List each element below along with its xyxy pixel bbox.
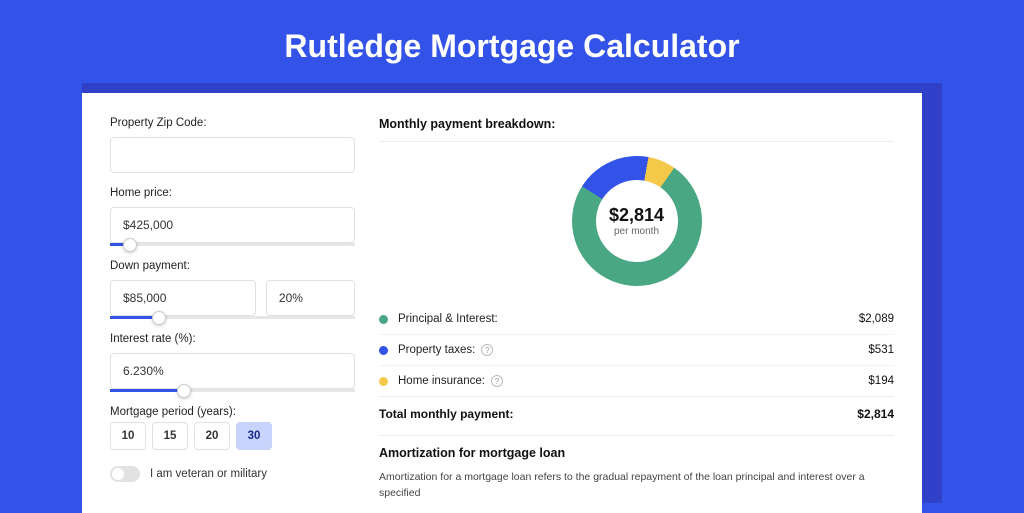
legend-row-tax: Property taxes:? $531 [379,335,894,366]
breakdown-header: Monthly payment breakdown: [379,117,894,131]
down-payment-label: Down payment: [110,260,355,272]
total-row: Total monthly payment: $2,814 [379,396,894,435]
legend-dot-icon [379,377,388,386]
legend-value: $194 [868,375,894,387]
donut-amount: $2,814 [609,205,664,226]
slider-thumb[interactable] [152,311,166,325]
legend: Principal & Interest: $2,089 Property taxe… [379,304,894,396]
period-option-20[interactable]: 20 [194,422,230,450]
total-label: Total monthly payment: [379,407,513,421]
legend-row-ins: Home insurance:? $194 [379,366,894,396]
card-shadow: Property Zip Code: Home price: Down paym… [82,83,942,503]
info-icon[interactable]: ? [481,344,493,356]
page-title: Rutledge Mortgage Calculator [0,0,1024,83]
interest-rate-input[interactable] [110,353,355,389]
interest-rate-label: Interest rate (%): [110,333,355,345]
period-option-10[interactable]: 10 [110,422,146,450]
down-payment-input[interactable] [110,280,256,316]
legend-dot-icon [379,315,388,324]
home-price-label: Home price: [110,187,355,199]
breakdown-panel: Monthly payment breakdown: $2,814 per mo… [379,117,894,513]
home-price-slider[interactable] [110,243,355,246]
veteran-label: I am veteran or military [150,468,267,480]
form-panel: Property Zip Code: Home price: Down paym… [110,117,355,513]
interest-rate-slider[interactable] [110,389,355,392]
slider-thumb[interactable] [123,238,137,252]
down-payment-slider[interactable] [110,316,355,319]
period-option-30[interactable]: 30 [236,422,272,450]
period-options: 10152030 [110,422,355,450]
legend-row-pi: Principal & Interest: $2,089 [379,304,894,335]
slider-thumb[interactable] [177,384,191,398]
donut-chart: $2,814 per month [379,156,894,286]
veteran-toggle[interactable] [110,466,140,482]
legend-value: $2,089 [859,313,894,325]
donut-subtext: per month [614,226,659,237]
period-option-15[interactable]: 15 [152,422,188,450]
home-price-input[interactable] [110,207,355,243]
legend-label: Home insurance: [398,375,485,387]
period-label: Mortgage period (years): [110,406,355,418]
legend-label: Property taxes: [398,344,475,356]
total-value: $2,814 [857,407,894,421]
legend-dot-icon [379,346,388,355]
legend-value: $531 [868,344,894,356]
amortization-text: Amortization for a mortgage loan refers … [379,470,894,502]
divider [379,141,894,142]
info-icon[interactable]: ? [491,375,503,387]
zip-label: Property Zip Code: [110,117,355,129]
calculator-card: Property Zip Code: Home price: Down paym… [82,93,922,513]
down-payment-pct-input[interactable] [266,280,355,316]
amortization-header: Amortization for mortgage loan [379,435,894,460]
legend-label: Principal & Interest: [398,313,498,325]
zip-input[interactable] [110,137,355,173]
